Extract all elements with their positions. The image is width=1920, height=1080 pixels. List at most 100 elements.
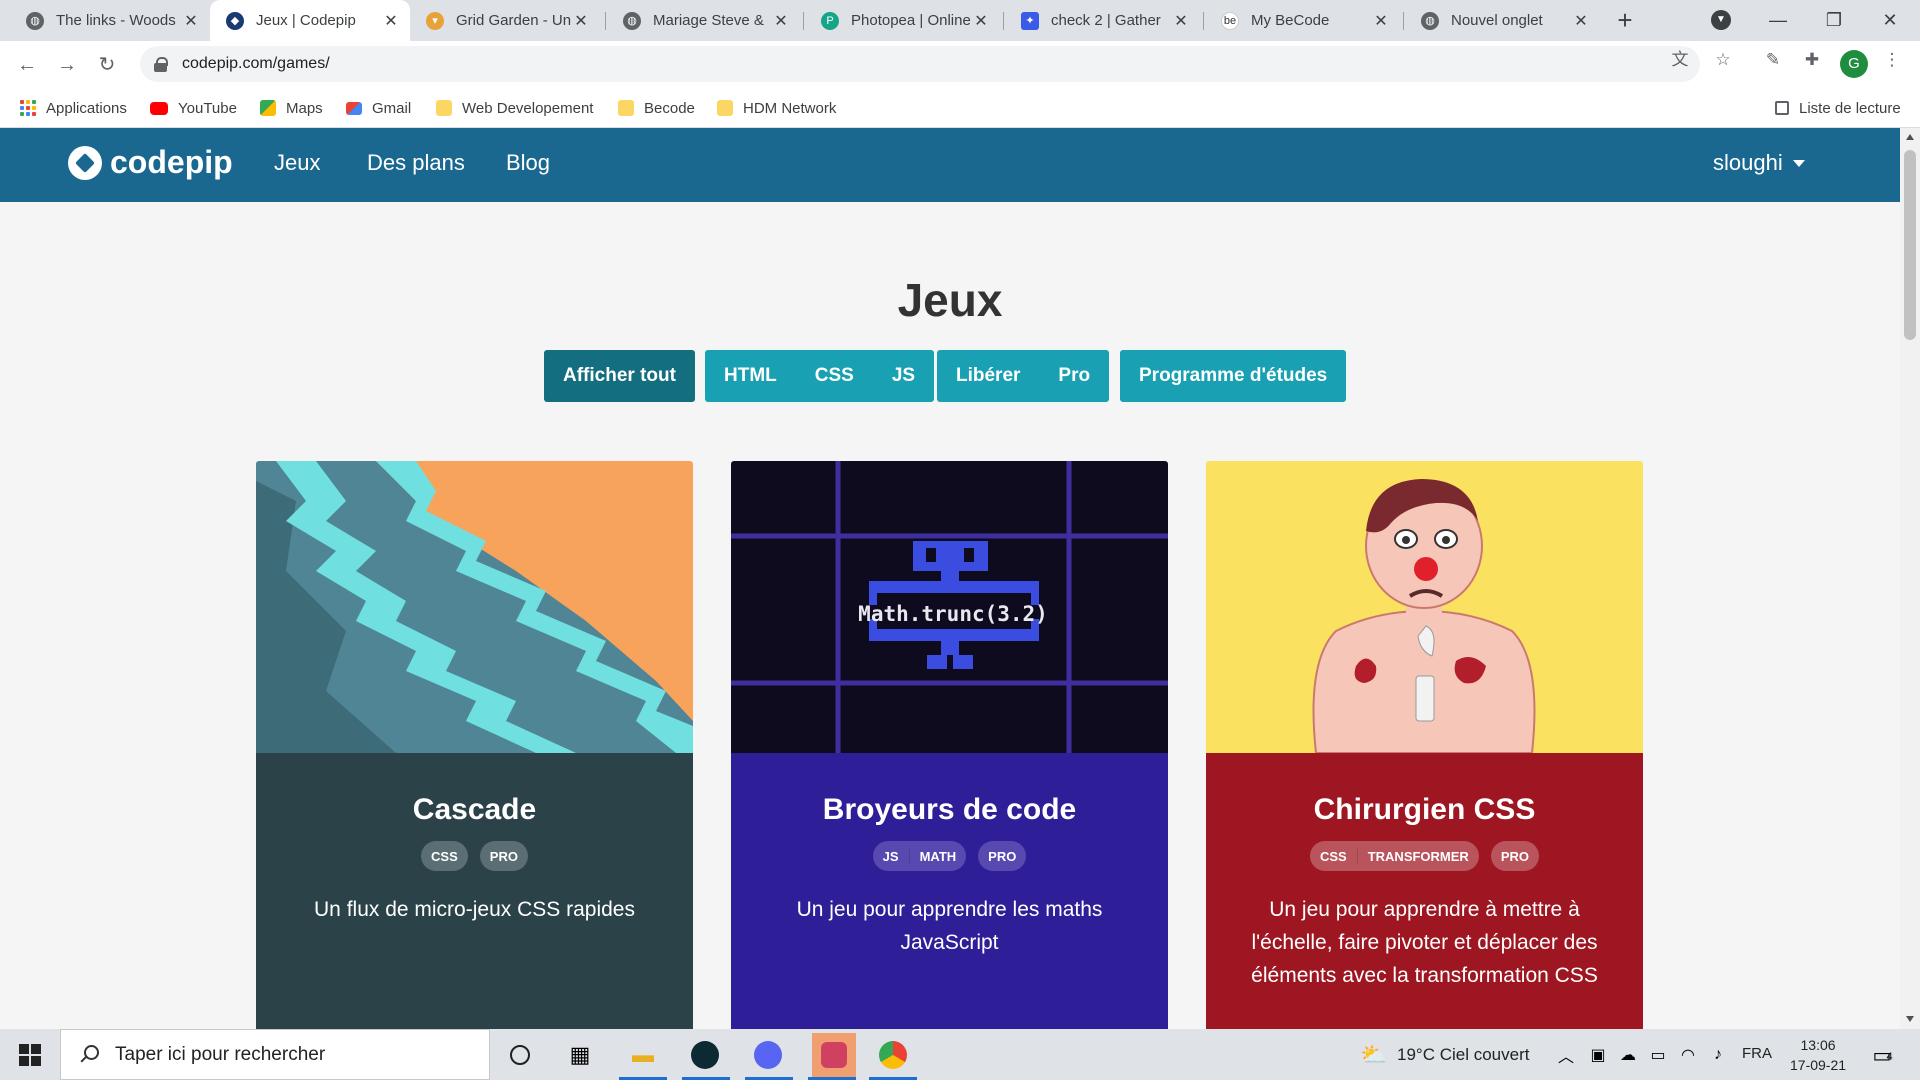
nav-link-jeux[interactable]: Jeux (274, 150, 320, 176)
tab-1[interactable]: ◍ The links - Woods ✕ (10, 0, 210, 41)
tab-7[interactable]: be My BeCode ✕ (1205, 0, 1400, 41)
task-view-icon[interactable]: ▦ (562, 1037, 598, 1073)
url-text[interactable]: codepip.com/games/ (182, 55, 330, 73)
filter-html-button[interactable]: HTML (705, 365, 796, 387)
bookmark-gmail[interactable]: Gmail (346, 88, 411, 128)
tag-pro: PRO (1490, 841, 1539, 871)
clock-date: 17-09-21 (1790, 1057, 1847, 1073)
tag-label: PRO (1500, 848, 1529, 864)
tab-search-icon[interactable]: ▼ (1711, 10, 1731, 30)
tab-title: The links - Woods (56, 12, 176, 29)
windows-start-icon[interactable] (12, 1037, 48, 1073)
cortana-icon[interactable] (502, 1037, 538, 1073)
site-navbar: codepip Jeux Des plans Blog sloughi (0, 128, 1900, 202)
close-icon[interactable]: ✕ (1172, 11, 1190, 31)
codepip-logo[interactable]: codepip (68, 144, 233, 181)
tab-title: Jeux | Codepip (256, 12, 356, 29)
address-bar[interactable]: codepip.com/games/ (140, 46, 1700, 82)
filter-curriculum-button[interactable]: Programme d'études (1120, 350, 1347, 402)
apps-grid-icon (20, 100, 36, 116)
tab-8[interactable]: ◍ Nouvel onglet ✕ (1405, 0, 1600, 41)
close-icon[interactable]: ✕ (772, 11, 790, 31)
volume-icon[interactable]: ♪ (1700, 1037, 1736, 1073)
back-arrow-icon[interactable]: ← (12, 50, 42, 80)
close-window-button[interactable]: ✕ (1862, 0, 1918, 41)
tag-css: CSS (421, 841, 468, 871)
filter-pro-button[interactable]: Pro (1039, 365, 1109, 387)
lock-icon[interactable] (154, 57, 168, 72)
bookmark-hdm-network[interactable]: HDM Network (717, 88, 836, 128)
globe-icon: ◍ (26, 11, 44, 30)
input-language[interactable]: FRA (1742, 1045, 1772, 1062)
close-icon[interactable]: ✕ (1572, 11, 1590, 31)
extensions-puzzle-icon[interactable]: ✚ (1802, 50, 1822, 70)
app-krita-icon[interactable] (687, 1037, 723, 1073)
bookmark-label: Web Developement (462, 99, 594, 117)
nav-link-des-plans[interactable]: Des plans (367, 150, 465, 176)
chrome-icon[interactable] (875, 1037, 911, 1073)
close-icon[interactable]: ✕ (1372, 11, 1390, 31)
card-body: Broyeurs de code JS MATH PRO Un jeu pour … (731, 753, 1168, 1029)
page-scrollbar[interactable] (1900, 128, 1920, 1029)
scroll-down-icon[interactable] (1906, 1016, 1914, 1022)
minimize-button[interactable]: — (1750, 0, 1806, 41)
reading-list[interactable]: Liste de lecture (1775, 88, 1901, 128)
filter-css-button[interactable]: CSS (796, 365, 873, 387)
filter-access-group: Libérer Pro (937, 350, 1110, 402)
reading-list-label: Liste de lecture (1799, 99, 1901, 117)
bookmark-label: YouTube (178, 99, 237, 117)
filter-all-button[interactable]: Afficher tout (544, 350, 695, 402)
close-icon[interactable]: ✕ (572, 11, 590, 31)
reload-icon[interactable]: ↻ (92, 50, 122, 80)
tab-4[interactable]: ◍ Mariage Steve & ✕ (607, 0, 800, 41)
tab-title: Nouvel onglet (1451, 12, 1543, 29)
bookmark-applications[interactable]: Applications (20, 88, 127, 128)
codepip-logo-icon (68, 145, 102, 180)
logo-text: codepip (110, 144, 233, 180)
discord-icon[interactable] (750, 1037, 786, 1073)
filter-label: Programme d'études (1139, 365, 1328, 386)
close-icon[interactable]: ✕ (182, 11, 200, 31)
system-clock[interactable]: 13:06 17-09-21 (1790, 1035, 1846, 1075)
filter-free-button[interactable]: Libérer (937, 365, 1039, 387)
bookmark-maps[interactable]: Maps (260, 88, 323, 128)
translate-icon[interactable]: 文 (1670, 50, 1690, 70)
scrollbar-thumb[interactable] (1904, 150, 1916, 340)
bookmark-youtube[interactable]: YouTube (150, 88, 237, 128)
filter-js-button[interactable]: JS (873, 365, 934, 387)
gmail-icon (346, 101, 362, 115)
game-card-chirurgien-css[interactable]: Chirurgien CSS CSS TRANSFORMER PRO Un jeu… (1206, 461, 1643, 1029)
tab-5[interactable]: P Photopea | Online ✕ (805, 0, 1000, 41)
messenger-app-icon[interactable] (812, 1033, 856, 1077)
tab-title: Mariage Steve & (653, 12, 764, 29)
nav-link-blog[interactable]: Blog (506, 150, 550, 176)
more-menu-icon[interactable]: ⋮ (1882, 50, 1902, 70)
taskbar-search-box[interactable]: Taper ici pour rechercher (60, 1029, 490, 1080)
notifications-icon[interactable]: ▭ 4 (1864, 1037, 1900, 1073)
search-icon (79, 1044, 99, 1065)
bookmark-becode[interactable]: Becode (618, 88, 695, 128)
tab-3[interactable]: ▾ Grid Garden - Un ✕ (410, 0, 600, 41)
tray-chevron-up-icon[interactable]: ︿ (1548, 1037, 1584, 1073)
close-icon[interactable]: ✕ (382, 11, 400, 31)
profile-avatar[interactable]: G (1840, 50, 1868, 78)
tab-6[interactable]: ✦ check 2 | Gather ✕ (1005, 0, 1200, 41)
file-explorer-icon[interactable]: ▬ (625, 1037, 661, 1073)
new-tab-button[interactable]: + (1610, 6, 1640, 36)
weather-cloudy-icon[interactable]: ⛅ (1356, 1037, 1392, 1073)
tab-2[interactable]: ◆ Jeux | Codepip ✕ (210, 0, 410, 41)
bookmark-web-developement[interactable]: Web Developement (436, 88, 593, 128)
bookmark-star-icon[interactable]: ☆ (1713, 50, 1733, 70)
maps-icon (260, 100, 276, 116)
game-card-broyeurs-de-code[interactable]: Math.trunc(3.2) Broyeurs de code JS MATH … (731, 461, 1168, 1029)
tag-label: MATH (908, 848, 967, 864)
bookmark-label: Maps (286, 99, 323, 117)
user-menu[interactable]: sloughi (1713, 150, 1805, 176)
forward-arrow-icon[interactable]: → (52, 50, 82, 80)
scroll-up-icon[interactable] (1906, 134, 1914, 140)
weather-text[interactable]: 19°C Ciel couvert (1397, 1045, 1529, 1065)
game-card-cascade[interactable]: Cascade CSS PRO Un flux de micro-jeux CS… (256, 461, 693, 1029)
eyedropper-extension-icon[interactable]: ✎ (1763, 50, 1783, 70)
restore-button[interactable]: ❐ (1806, 0, 1862, 41)
close-icon[interactable]: ✕ (972, 11, 990, 31)
